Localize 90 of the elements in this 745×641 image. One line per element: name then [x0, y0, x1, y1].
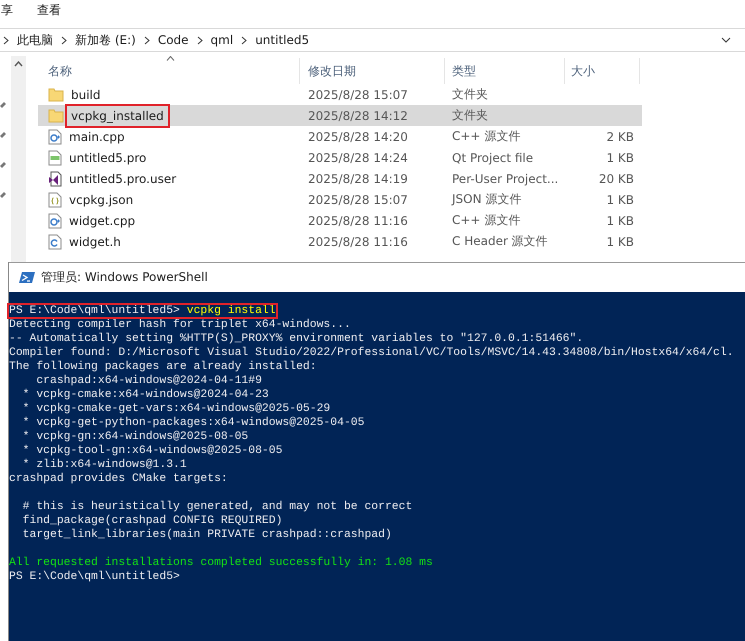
pin-icon[interactable]: [0, 192, 6, 200]
console-output-line: * zlib:x64-windows@1.3.1: [22, 459, 187, 471]
modified-date: 2025/8/28 15:07: [307, 192, 409, 206]
pin-icon[interactable]: [0, 132, 6, 140]
file-name: build: [70, 86, 102, 102]
file-row[interactable]: vcpkg_installed 2025/8/28 14:12 文件夹: [38, 105, 642, 126]
address-bar[interactable]: 此电脑 新加卷 (E:) Code qml untitled5: [0, 28, 745, 52]
visual-studio-file-icon: [48, 170, 62, 186]
file-row[interactable]: vcpkg.json 2025/8/28 15:07 JSON 源文件 1 KB: [38, 189, 642, 210]
breadcrumb-item[interactable]: Code: [158, 33, 189, 47]
pin-icon[interactable]: [0, 102, 6, 110]
file-type: Qt Project file: [451, 150, 534, 164]
file-type: Per-User Project...: [451, 172, 560, 186]
console-output-line: * vcpkg-get-python-packages:x64-windows@2025-04-05: [22, 417, 364, 429]
column-header[interactable]: 修改日期: [300, 58, 445, 84]
cpp-file-icon: [48, 212, 62, 228]
modified-date: 2025/8/28 14:19: [307, 172, 409, 186]
success-message: All requested installations completed successfully in: 1.08 ms: [9, 557, 433, 569]
file-row[interactable]: widget.h 2025/8/28 11:16 C Header 源文件 1 KB: [38, 231, 642, 252]
powershell-icon: [19, 271, 35, 284]
column-header[interactable]: 类型: [445, 58, 565, 84]
file-row[interactable]: build 2025/8/28 15:07 文件夹: [38, 84, 642, 105]
sort-caret-icon: [166, 56, 175, 61]
folder-icon: [48, 88, 64, 102]
breadcrumb-item[interactable]: 此电脑: [17, 32, 53, 48]
column-header[interactable]: 大小: [565, 58, 640, 84]
file-size: 1 KB: [605, 192, 635, 206]
breadcrumb-item[interactable]: 新加卷 (E:): [75, 32, 136, 48]
file-name: widget.h: [68, 234, 122, 250]
file-size: 2 KB: [605, 130, 635, 144]
dropdown-icon[interactable]: [721, 37, 731, 43]
file-size: 1 KB: [605, 234, 635, 248]
file-type: C++ 源文件: [451, 128, 522, 145]
file-type: JSON 源文件: [450, 191, 522, 208]
scrollbar[interactable]: [11, 56, 26, 262]
window-title: 管理员: Windows PowerShell: [41, 269, 208, 286]
file-type: 文件夹: [451, 107, 489, 124]
console-output-line: # this is heuristically generated, and may not be correct: [22, 501, 412, 513]
file-type: 文件夹: [451, 86, 489, 103]
console-output-line: * vcpkg-cmake:x64-windows@2024-04-23: [22, 389, 269, 401]
modified-date: 2025/8/28 15:07: [307, 88, 409, 102]
chevron-icon: [241, 36, 248, 44]
chevron-icon: [61, 36, 67, 44]
breadcrumb-item[interactable]: qml: [210, 33, 234, 47]
console-prompt: PS E:\Code\qml\untitled5>: [9, 571, 180, 583]
scroll-up-icon[interactable]: [14, 61, 23, 67]
project-file-icon: [48, 150, 62, 166]
chevron-icon: [196, 36, 203, 44]
file-name: widget.cpp: [68, 212, 136, 228]
file-row[interactable]: untitled5.pro.user 2025/8/28 14:19 Per-User Project... 20 KB: [38, 168, 642, 189]
ribbon-tab[interactable]: 查看: [37, 2, 61, 18]
breadcrumb-item[interactable]: untitled5: [255, 33, 310, 47]
file-row[interactable]: widget.cpp 2025/8/28 11:16 C++ 源文件 1 KB: [38, 210, 642, 231]
modified-date: 2025/8/28 14:24: [307, 150, 409, 164]
console-output-line: The following packages are already installed:: [9, 361, 317, 373]
file-name: untitled5.pro.user: [68, 170, 178, 186]
cpp-file-icon: [48, 128, 62, 144]
console-output-line: crashpad provides CMake targets:: [9, 473, 228, 485]
console-output-line: find_package(crashpad CONFIG REQUIRED): [22, 515, 282, 527]
file-type: C++ 源文件: [451, 212, 522, 229]
console-output-line: crashpad:x64-windows@2024-04-11#9: [35, 375, 262, 387]
command-line: PS E:\Code\qml\untitled5> vcpkg install: [9, 305, 276, 317]
console-output-line: * vcpkg-gn:x64-windows@2025-08-05: [22, 431, 248, 443]
console-output-line: target_link_libraries(main PRIVATE crashpad::crashpad): [22, 529, 392, 541]
modified-date: 2025/8/28 14:20: [307, 130, 409, 144]
chevron-icon: [144, 36, 150, 44]
console-output-line: Detecting compiler hash for triplet x64-windows...: [9, 319, 351, 331]
json-file-icon: [48, 192, 62, 208]
file-size: 20 KB: [598, 172, 635, 186]
file-row[interactable]: untitled5.pro 2025/8/28 14:24 Qt Project file 1 KB: [38, 147, 642, 168]
header-file-icon: [48, 234, 62, 250]
folder-icon: [48, 108, 64, 122]
console-output-line: * vcpkg-cmake-get-vars:x64-windows@2025-05-29: [22, 403, 330, 415]
pin-icon[interactable]: [0, 162, 6, 170]
file-name: untitled5.pro: [68, 150, 148, 166]
file-name: main.cpp: [68, 128, 126, 144]
modified-date: 2025/8/28 11:16: [307, 234, 409, 248]
file-type: C Header 源文件: [451, 233, 549, 250]
console-output-line: * vcpkg-tool-gn:x64-windows@2025-08-05: [22, 445, 282, 457]
modified-date: 2025/8/28 14:12: [307, 108, 409, 122]
ribbon-tab[interactable]: 享: [1, 2, 13, 18]
file-size: 1 KB: [605, 214, 635, 228]
file-name: vcpkg.json: [68, 192, 134, 208]
console-output-line: Compiler found: D:/Microsoft Visual Studio/2022/Professional/VC/Tools/MSVC/14.43.34808/bin/Hostx64/x64/cl.: [9, 347, 734, 359]
chevron-icon: [3, 36, 9, 44]
console-output-line: -- Automatically setting %HTTP(S)_PROXY% environment variables to "127.0.0.1:51466".: [9, 333, 584, 345]
file-size: 1 KB: [605, 150, 635, 164]
column-header[interactable]: 名称: [38, 58, 300, 84]
modified-date: 2025/8/28 11:16: [307, 214, 409, 228]
file-row[interactable]: main.cpp 2025/8/28 14:20 C++ 源文件 2 KB: [38, 126, 642, 147]
